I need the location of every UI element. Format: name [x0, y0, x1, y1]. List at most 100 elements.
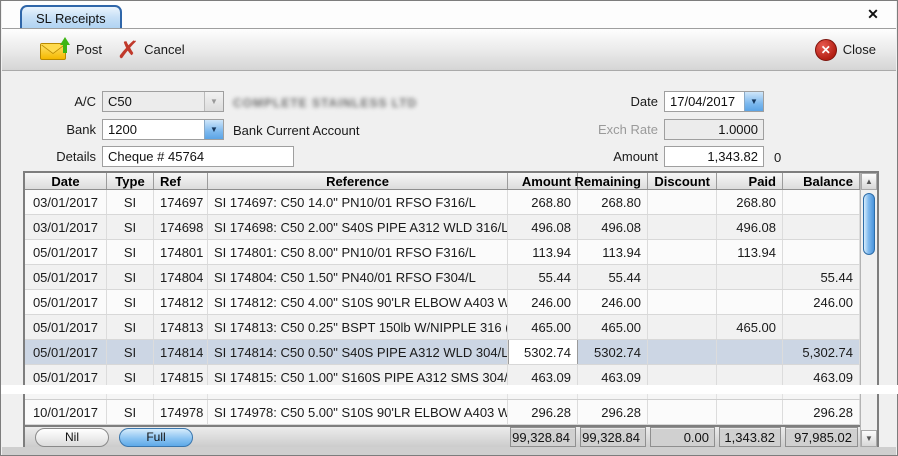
scrollbar-thumb[interactable]: [863, 193, 875, 255]
cell-date[interactable]: 05/01/2017: [25, 315, 107, 339]
cell-date[interactable]: 05/01/2017: [25, 340, 107, 364]
cell-discount[interactable]: [648, 315, 717, 339]
cell-discount[interactable]: [648, 290, 717, 314]
column-header-type[interactable]: Type: [107, 173, 154, 189]
bank-field[interactable]: 1200 ▼: [102, 119, 224, 140]
cell-type[interactable]: SI: [107, 290, 154, 314]
cell-type[interactable]: SI: [107, 240, 154, 264]
cell-amount[interactable]: 465.00: [508, 315, 578, 339]
cell-paid[interactable]: [717, 340, 783, 364]
column-header-ref[interactable]: Ref: [154, 173, 208, 189]
cell-date[interactable]: 03/01/2017: [25, 215, 107, 239]
cell-paid[interactable]: 496.08: [717, 215, 783, 239]
close-button[interactable]: ✕ Close: [807, 35, 884, 65]
tab-sl-receipts[interactable]: SL Receipts: [20, 5, 122, 29]
cell-date[interactable]: 10/01/2017: [25, 400, 107, 424]
column-header-balance[interactable]: Balance: [783, 173, 860, 189]
cell-remaining[interactable]: 55.44: [578, 265, 648, 289]
cell-type[interactable]: SI: [107, 265, 154, 289]
cell-remaining[interactable]: 296.28: [578, 400, 648, 424]
post-button[interactable]: Post: [32, 35, 110, 64]
ac-field[interactable]: C50 ▼: [102, 91, 224, 112]
table-row[interactable]: 05/01/2017 SI 174812 SI 174812: C50 4.00" S…: [25, 290, 860, 315]
scroll-down-icon[interactable]: ▼: [861, 430, 877, 447]
cell-reference[interactable]: SI 174698: C50 2.00" S40S PIPE A312 WLD …: [208, 215, 508, 239]
cell-ref[interactable]: 174801: [154, 240, 208, 264]
cell-date[interactable]: 03/01/2017: [25, 190, 107, 214]
cell-amount[interactable]: 55.44: [508, 265, 578, 289]
table-row[interactable]: 03/01/2017 SI 174698 SI 174698: C50 2.00" S…: [25, 215, 860, 240]
full-button[interactable]: Full: [119, 427, 193, 447]
details-input[interactable]: Cheque # 45764: [102, 146, 294, 167]
cell-amount[interactable]: 268.80: [508, 190, 578, 214]
cell-remaining[interactable]: 268.80: [578, 190, 648, 214]
cell-date[interactable]: 05/01/2017: [25, 290, 107, 314]
cell-ref[interactable]: 174978: [154, 400, 208, 424]
column-header-discount[interactable]: Discount: [648, 173, 717, 189]
cell-remaining[interactable]: 496.08: [578, 215, 648, 239]
cell-discount[interactable]: [648, 265, 717, 289]
date-dropdown-icon[interactable]: ▼: [744, 92, 763, 111]
cell-amount[interactable]: 5302.74: [508, 340, 578, 364]
cell-amount[interactable]: 113.94: [508, 240, 578, 264]
cancel-button[interactable]: ✗ Cancel: [110, 36, 193, 64]
cell-reference[interactable]: SI 174697: C50 14.0" PN10/01 RFSO F316/L: [208, 190, 508, 214]
table-row[interactable]: 05/01/2017 SI 174813 SI 174813: C50 0.25" B…: [25, 315, 860, 340]
cell-paid[interactable]: [717, 290, 783, 314]
ac-dropdown-icon[interactable]: ▼: [204, 92, 223, 111]
cell-remaining[interactable]: 5302.74: [578, 340, 648, 364]
cell-reference[interactable]: SI 174813: C50 0.25" BSPT 150lb W/NIPPLE…: [208, 315, 508, 339]
cell-discount[interactable]: [648, 240, 717, 264]
cell-discount[interactable]: [648, 215, 717, 239]
cell-discount[interactable]: [648, 340, 717, 364]
column-header-remaining[interactable]: Remaining: [575, 173, 648, 189]
cell-amount[interactable]: 496.08: [508, 215, 578, 239]
column-header-date[interactable]: Date: [25, 173, 107, 189]
cell-remaining[interactable]: 465.00: [578, 315, 648, 339]
cell-remaining[interactable]: 246.00: [578, 290, 648, 314]
cell-paid[interactable]: 113.94: [717, 240, 783, 264]
cell-amount[interactable]: 296.28: [508, 400, 578, 424]
cell-balance[interactable]: 55.44: [783, 265, 860, 289]
cell-reference[interactable]: SI 174978: C50 5.00" S10S 90'LR ELBOW A4…: [208, 400, 508, 424]
cell-balance[interactable]: [783, 190, 860, 214]
cell-paid[interactable]: 268.80: [717, 190, 783, 214]
cell-reference[interactable]: SI 174814: C50 0.50" S40S PIPE A312 WLD …: [208, 340, 508, 364]
date-field[interactable]: 17/04/2017 ▼: [664, 91, 764, 112]
cell-type[interactable]: SI: [107, 315, 154, 339]
cell-type[interactable]: SI: [107, 400, 154, 424]
column-header-amount[interactable]: Amount: [508, 173, 578, 189]
cell-paid[interactable]: 465.00: [717, 315, 783, 339]
cell-type[interactable]: SI: [107, 215, 154, 239]
window-close-icon[interactable]: ✕: [864, 5, 882, 23]
column-header-reference[interactable]: Reference: [208, 173, 508, 189]
cell-reference[interactable]: SI 174812: C50 4.00" S10S 90'LR ELBOW A4…: [208, 290, 508, 314]
table-row[interactable]: 03/01/2017 SI 174697 SI 174697: C50 14.0" P…: [25, 190, 860, 215]
scroll-up-icon[interactable]: ▲: [861, 173, 877, 190]
cell-date[interactable]: 05/01/2017: [25, 265, 107, 289]
cell-discount[interactable]: [648, 400, 717, 424]
table-row[interactable]: 05/01/2017 SI 174814 SI 174814: C50 0.50" S…: [25, 340, 860, 365]
bank-dropdown-icon[interactable]: ▼: [204, 120, 223, 139]
cell-reference[interactable]: SI 174801: C50 8.00" PN10/01 RFSO F316/L: [208, 240, 508, 264]
cell-ref[interactable]: 174697: [154, 190, 208, 214]
cell-date[interactable]: 05/01/2017: [25, 240, 107, 264]
cell-ref[interactable]: 174698: [154, 215, 208, 239]
exch-rate-field[interactable]: 1.0000: [664, 119, 764, 140]
table-row[interactable]: 05/01/2017 SI 174804 SI 174804: C50 1.50" P…: [25, 265, 860, 290]
cell-ref[interactable]: 174812: [154, 290, 208, 314]
cell-balance[interactable]: [783, 240, 860, 264]
table-row[interactable]: 10/01/2017 SI 174978 SI 174978: C50 5.00" S…: [25, 400, 860, 425]
cell-balance[interactable]: 296.28: [783, 400, 860, 424]
amount-field[interactable]: 1,343.82: [664, 146, 764, 167]
cell-type[interactable]: SI: [107, 190, 154, 214]
cell-balance[interactable]: [783, 215, 860, 239]
cell-discount[interactable]: [648, 190, 717, 214]
cell-ref[interactable]: 174804: [154, 265, 208, 289]
cell-ref[interactable]: 174813: [154, 315, 208, 339]
cell-paid[interactable]: [717, 265, 783, 289]
cell-ref[interactable]: 174814: [154, 340, 208, 364]
cell-remaining[interactable]: 113.94: [578, 240, 648, 264]
nil-button[interactable]: Nil: [35, 427, 109, 447]
vertical-scrollbar[interactable]: ▲ ▼: [860, 173, 877, 447]
